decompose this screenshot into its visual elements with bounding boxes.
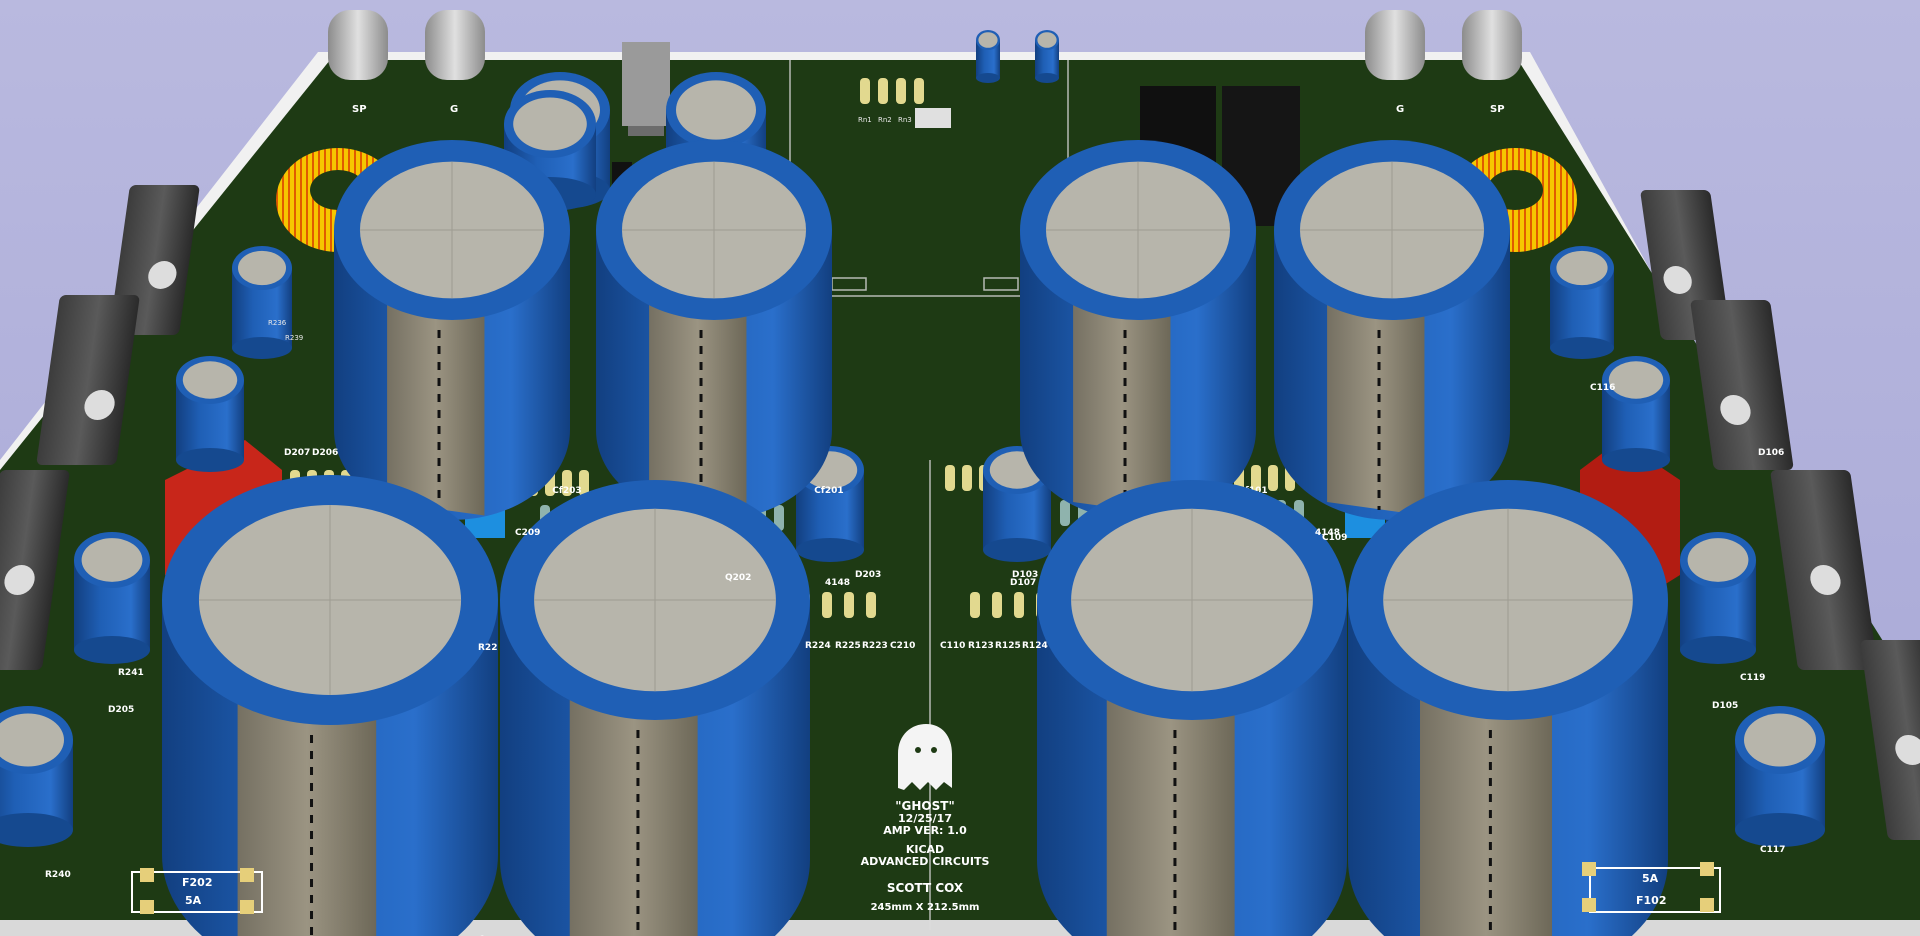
small-component <box>1014 592 1024 618</box>
small-component <box>945 465 955 491</box>
electrolytic-capacitor <box>1680 532 1756 664</box>
small-component <box>896 78 906 104</box>
component-ref-label: R241 <box>118 668 144 678</box>
component-ref-label: R124 <box>1022 641 1048 651</box>
electrolytic-capacitor <box>1550 246 1614 359</box>
small-component <box>878 78 888 104</box>
component-ref-label: D206 <box>312 448 338 458</box>
small-component <box>992 592 1002 618</box>
component-ref-label: C209 <box>515 528 540 538</box>
component-ref-label: D207 <box>284 448 310 458</box>
small-component <box>844 592 854 618</box>
component-ref-label: Rn1 <box>858 116 872 124</box>
component-ref-label: D203 <box>855 570 881 580</box>
electrolytic-capacitor <box>976 30 1000 83</box>
pcb-3d-render: SP G G SP Cf203 Cf201 Cf101Cf103 Cf204Cf202… <box>0 10 1920 936</box>
component-ref-label: R240 <box>45 870 71 880</box>
electrolytic-capacitor <box>176 356 244 472</box>
small-component <box>860 78 870 104</box>
capacitor-ref-label: Cf201 <box>814 486 843 496</box>
component-ref-label: Rn3 <box>898 116 912 124</box>
large-capacitor: Cf101 <box>1020 140 1268 520</box>
component-ref-label: R125 <box>995 641 1021 651</box>
board-title: "GHOST" <box>895 799 954 813</box>
electrolytic-capacitor <box>1035 30 1059 83</box>
small-component <box>866 592 876 618</box>
component-ref-label: R239 <box>285 334 303 342</box>
large-capacitor: Cf103 <box>1274 140 1522 520</box>
terminal-label-g-left: G <box>450 104 458 115</box>
small-component <box>962 465 972 491</box>
component-ref-label: C116 <box>1590 383 1615 393</box>
component-ref-label: D106 <box>1758 448 1784 458</box>
large-capacitor: Cf203 <box>334 140 582 520</box>
terminal-label-sp-right: SP <box>1490 104 1505 115</box>
terminal-label-sp-left: SP <box>352 104 367 115</box>
component-ref-label: 4148 <box>825 578 850 588</box>
component-ref-label: C110 <box>940 641 965 651</box>
component-ref-label: R123 <box>968 641 994 651</box>
electrolytic-capacitor <box>232 246 292 359</box>
board-dimensions: 245mm X 212.5mm <box>871 902 980 913</box>
large-capacitor: Cf202 <box>500 480 810 936</box>
capacitor-ref-label: Cf203 <box>552 486 581 496</box>
board-fab: ADVANCED CIRCUITS <box>861 855 990 868</box>
terminal-label-g-right: G <box>1396 104 1404 115</box>
component-ref-label: C109 <box>1322 533 1347 543</box>
large-capacitor: Cf204 <box>162 475 502 936</box>
component-ref-label: R236 <box>268 319 287 327</box>
electrolytic-capacitor <box>1602 356 1670 472</box>
fuse-ref-f202: F202 <box>182 876 212 889</box>
fuse-rating-f102: 5A <box>1642 872 1659 885</box>
board-version: AMP VER: 1.0 <box>883 824 967 837</box>
component-ref-label: D105 <box>1712 701 1738 711</box>
component-ref-label: Rn2 <box>878 116 892 124</box>
fuse-rating-f202: 5A <box>185 894 202 907</box>
component-ref-label: Q202 <box>725 573 751 583</box>
small-component <box>914 78 924 104</box>
electrolytic-capacitor <box>1735 706 1825 847</box>
fuse-ref-f102: F102 <box>1636 894 1666 907</box>
small-component <box>1268 465 1278 491</box>
small-component <box>1060 500 1070 526</box>
component-ref-label: R225 <box>835 641 861 651</box>
electrolytic-capacitor <box>74 532 150 664</box>
component-ref-label: C117 <box>1760 845 1785 855</box>
component-ref-label: C210 <box>890 641 915 651</box>
large-capacitor: Cf102 <box>1037 480 1347 936</box>
component-ref-label: R224 <box>805 641 831 651</box>
ghost-logo-icon <box>898 724 952 790</box>
component-ref-label: R22 <box>478 643 497 653</box>
electrolytic-capacitor <box>0 706 73 847</box>
component-ref-label: D205 <box>108 705 134 715</box>
small-component <box>822 592 832 618</box>
small-component <box>970 592 980 618</box>
component-ref-label: D107 <box>1010 578 1036 588</box>
component-ref-label: C119 <box>1740 673 1765 683</box>
component-ref-label: R223 <box>862 641 888 651</box>
board-author: SCOTT COX <box>887 881 964 895</box>
large-capacitor: Cf201 <box>596 140 844 520</box>
